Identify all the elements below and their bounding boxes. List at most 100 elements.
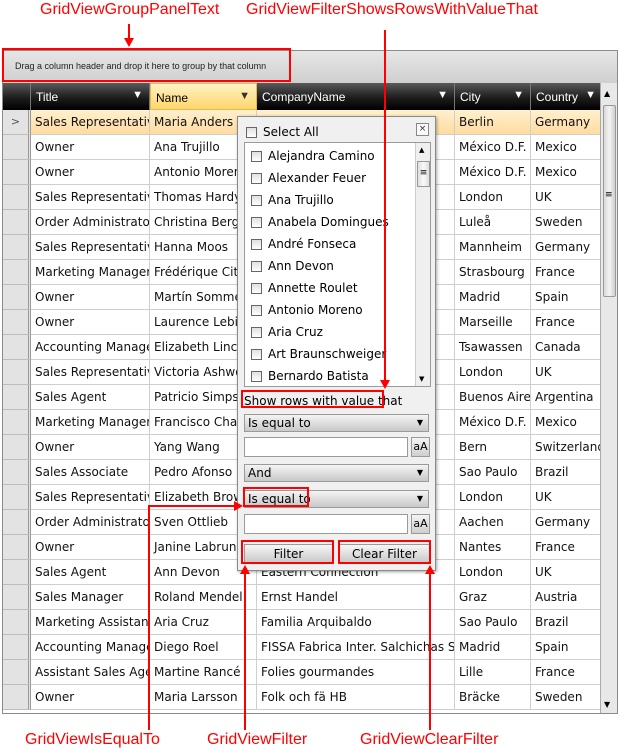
row-indicator[interactable] (3, 635, 31, 660)
checkbox-icon[interactable] (251, 349, 262, 360)
cell-city[interactable]: London (455, 360, 531, 385)
column-header-companyname[interactable]: CompanyName ▼ (257, 83, 455, 110)
cell-title[interactable]: Owner (31, 435, 150, 460)
filter-funnel-icon[interactable]: ▼ (513, 89, 524, 101)
logical-operator-select[interactable]: And ▼ (244, 464, 429, 482)
filter-value-item[interactable]: Ana Trujillo (251, 189, 334, 211)
checkbox-icon[interactable] (251, 371, 262, 382)
cell-name[interactable]: Maria Larsson (150, 685, 257, 710)
cell-city[interactable]: Luleå (455, 210, 531, 235)
cell-title[interactable]: Owner (31, 135, 150, 160)
filter-value-item[interactable]: Antonio Moreno (251, 299, 363, 321)
cell-city[interactable]: Sao Paulo (455, 610, 531, 635)
cell-city[interactable]: Sao Paulo (455, 460, 531, 485)
row-indicator[interactable] (3, 535, 31, 560)
row-indicator[interactable] (3, 560, 31, 585)
row-indicator[interactable] (3, 185, 31, 210)
filter-value-item[interactable]: Alejandra Camino (251, 145, 375, 167)
cell-city[interactable]: Graz (455, 585, 531, 610)
filter-value-item[interactable]: Bernardo Batista (251, 365, 369, 386)
column-header-country[interactable]: Country ▼ (531, 83, 603, 110)
cell-name[interactable]: Aria Cruz (150, 610, 257, 635)
row-indicator[interactable] (3, 360, 31, 385)
filter-value-item[interactable]: André Fonseca (251, 233, 356, 255)
row-indicator[interactable] (3, 335, 31, 360)
cell-country[interactable]: France (531, 660, 603, 685)
cell-city[interactable]: Buenos Aires (455, 385, 531, 410)
checkbox-icon[interactable] (251, 151, 262, 162)
value1-input[interactable] (244, 437, 408, 457)
table-row[interactable]: Owner Maria Larsson Folk och fä HB Bräcke Sw… (3, 685, 603, 710)
scroll-down-icon[interactable]: ▼ (419, 375, 424, 383)
cell-title[interactable]: Owner (31, 310, 150, 335)
cell-city[interactable]: Marseille (455, 310, 531, 335)
cell-title[interactable]: Sales Representative (31, 185, 150, 210)
table-row[interactable]: Accounting Manager Diego Roel FISSA Fabric… (3, 635, 603, 660)
cell-title[interactable]: Sales Agent (31, 560, 150, 585)
filter-value-item[interactable]: Alexander Feuer (251, 167, 366, 189)
cell-title[interactable]: Accounting Manager (31, 635, 150, 660)
cell-city[interactable]: Madrid (455, 635, 531, 660)
row-indicator[interactable] (3, 585, 31, 610)
row-indicator[interactable] (3, 135, 31, 160)
cell-country[interactable]: Mexico (531, 135, 603, 160)
column-header-title[interactable]: Title ▼ (31, 83, 150, 110)
cell-city[interactable]: London (455, 560, 531, 585)
cell-title[interactable]: Sales Associate (31, 460, 150, 485)
cell-title[interactable]: Sales Representative (31, 110, 150, 135)
cell-title[interactable]: Owner (31, 285, 150, 310)
row-indicator[interactable] (3, 160, 31, 185)
cell-title[interactable]: Owner (31, 160, 150, 185)
cell-country[interactable]: Mexico (531, 160, 603, 185)
cell-companyname[interactable]: FISSA Fabrica Inter. Salchichas S.A. (257, 635, 455, 660)
cell-title[interactable]: Sales Manager (31, 585, 150, 610)
filter-funnel-icon[interactable]: ▼ (437, 89, 448, 101)
checkbox-icon[interactable] (251, 261, 262, 272)
cell-companyname[interactable]: Folies gourmandes (257, 660, 455, 685)
cell-country[interactable]: Brazil (531, 460, 603, 485)
cell-title[interactable]: Accounting Manager (31, 335, 150, 360)
row-indicator[interactable]: > (3, 110, 31, 135)
filter-value-item[interactable]: Ann Devon (251, 255, 334, 277)
cell-title[interactable]: Marketing Manager (31, 410, 150, 435)
cell-city[interactable]: Bräcke (455, 685, 531, 710)
row-indicator[interactable] (3, 510, 31, 535)
cell-name[interactable]: Martine Rancé (150, 660, 257, 685)
match-case2-button[interactable]: aA (411, 514, 430, 534)
cell-country[interactable]: France (531, 535, 603, 560)
filter-funnel-icon[interactable]: ▼ (239, 90, 250, 102)
cell-title[interactable]: Order Administrator (31, 510, 150, 535)
cell-city[interactable]: México D.F. (455, 135, 531, 160)
cell-country[interactable]: UK (531, 360, 603, 385)
cell-city[interactable]: London (455, 485, 531, 510)
cell-companyname[interactable]: Ernst Handel (257, 585, 455, 610)
cell-city[interactable]: Mannheim (455, 235, 531, 260)
cell-country[interactable]: UK (531, 185, 603, 210)
cell-country[interactable]: Sweden (531, 685, 603, 710)
cell-country[interactable]: Spain (531, 635, 603, 660)
row-indicator[interactable] (3, 460, 31, 485)
row-indicator[interactable] (3, 485, 31, 510)
cell-city[interactable]: Madrid (455, 285, 531, 310)
scroll-up-icon[interactable]: ▲ (419, 146, 424, 154)
cell-title[interactable]: Assistant Sales Agent (31, 660, 150, 685)
cell-country[interactable]: Spain (531, 285, 603, 310)
column-header-name[interactable]: Name ▼ (150, 83, 257, 110)
row-indicator[interactable] (3, 410, 31, 435)
cell-title[interactable]: Order Administrator (31, 210, 150, 235)
scroll-up-icon[interactable]: ▲ (604, 89, 610, 98)
cell-country[interactable]: Argentina (531, 385, 603, 410)
cell-name[interactable]: Roland Mendel (150, 585, 257, 610)
cell-country[interactable]: France (531, 260, 603, 285)
match-case1-button[interactable]: aA (411, 437, 430, 457)
cell-country[interactable]: UK (531, 560, 603, 585)
list-scroll-thumb[interactable]: ≡ (417, 161, 430, 187)
row-indicator[interactable] (3, 285, 31, 310)
cell-city[interactable]: Aachen (455, 510, 531, 535)
cell-title[interactable]: Owner (31, 685, 150, 710)
cell-city[interactable]: Bern (455, 435, 531, 460)
checkbox-icon[interactable] (251, 283, 262, 294)
cell-title[interactable]: Sales Agent (31, 385, 150, 410)
cell-title[interactable]: Sales Representative (31, 485, 150, 510)
cell-country[interactable]: Austria (531, 585, 603, 610)
